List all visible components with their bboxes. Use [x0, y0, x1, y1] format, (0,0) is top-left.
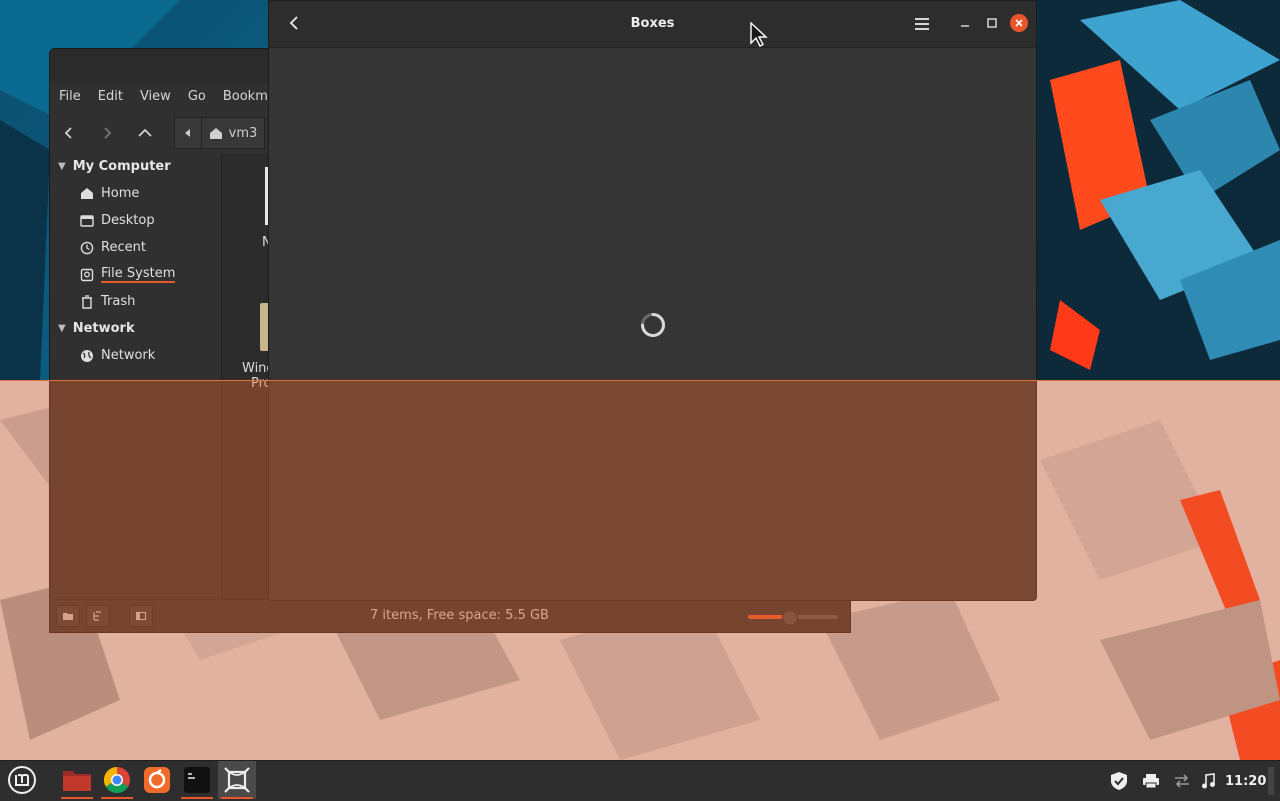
menu-view[interactable]: View	[131, 85, 179, 109]
close-icon	[1015, 19, 1023, 27]
maximize-icon	[987, 18, 997, 28]
files-icon	[63, 771, 91, 791]
taskbar-files-button[interactable]	[58, 761, 96, 799]
printer-icon	[1143, 774, 1159, 789]
taskbar-firefox-button[interactable]	[138, 761, 176, 799]
sidebar-item-label: Home	[101, 186, 140, 201]
globe-icon	[79, 348, 95, 364]
sidebar-item-trash[interactable]: Trash	[50, 288, 221, 315]
taskbar-boxes-button[interactable]	[218, 761, 256, 799]
menu-icon	[8, 766, 36, 794]
taskbar-chrome-button[interactable]	[98, 761, 136, 799]
boxes-menu-button[interactable]	[911, 13, 933, 35]
taskbar: 11:20	[0, 760, 1280, 801]
desktop-icon	[79, 213, 95, 229]
menu-file[interactable]: File	[50, 85, 89, 109]
tray-sound-button[interactable]	[1198, 761, 1218, 801]
sidebar-item-home[interactable]: Home	[50, 180, 221, 207]
menu-edit[interactable]: Edit	[89, 85, 131, 109]
file-manager-menubar: File Edit View Go Bookmar	[50, 85, 289, 109]
chevron-left-icon	[64, 127, 72, 139]
drive-icon	[79, 267, 95, 283]
folder-icon	[260, 303, 268, 351]
home-icon	[209, 127, 222, 139]
boxes-icon	[224, 767, 250, 793]
sidebar-item-label: Network	[101, 348, 156, 363]
chevron-up-icon	[138, 128, 152, 137]
firefox-icon	[144, 767, 170, 793]
start-menu-button[interactable]	[3, 761, 41, 799]
sidebar-header-label: Network	[72, 321, 135, 336]
minimize-button[interactable]	[955, 13, 975, 33]
sidebar-item-label: Recent	[101, 240, 146, 255]
music-note-icon	[1202, 773, 1215, 789]
shield-check-icon	[1111, 772, 1127, 790]
maximize-button[interactable]	[982, 13, 1002, 33]
sidebar-item-recent[interactable]: Recent	[50, 234, 221, 261]
running-indicator	[181, 797, 213, 799]
tray-network-button[interactable]	[1171, 761, 1193, 801]
sidebar-header-label: My Computer	[72, 159, 171, 174]
menu-go[interactable]: Go	[179, 85, 214, 109]
running-indicator	[101, 797, 133, 799]
sidebar-item-network[interactable]: Network	[50, 342, 221, 369]
chrome-icon	[103, 766, 130, 794]
sidebar-item-file-system[interactable]: File System	[50, 261, 221, 288]
clock[interactable]: 11:20	[1225, 774, 1266, 789]
hamburger-icon	[915, 18, 929, 30]
triangle-left-icon	[185, 129, 190, 137]
path-label: vm3	[228, 125, 258, 141]
home-icon	[79, 186, 95, 202]
screenshot-selection-area[interactable]	[0, 380, 1280, 760]
tray-printer-button[interactable]	[1140, 761, 1162, 801]
trash-icon	[79, 294, 95, 310]
sidebar-header-my-computer[interactable]: ▼ My Computer	[50, 153, 221, 180]
forward-button[interactable]	[88, 118, 126, 148]
expand-triangle-icon: ▼	[58, 323, 66, 334]
mouse-cursor-icon	[750, 22, 768, 47]
sidebar-item-label: Desktop	[101, 213, 155, 228]
path-button-home[interactable]: vm3	[202, 117, 265, 149]
taskbar-terminal-button[interactable]	[178, 761, 216, 799]
terminal-icon	[184, 767, 210, 793]
sidebar-header-network[interactable]: ▼ Network	[50, 315, 221, 342]
running-indicator	[221, 797, 253, 799]
boxes-headerbar[interactable]: Boxes	[269, 1, 1036, 48]
network-arrows-icon	[1175, 774, 1189, 788]
chevron-right-icon	[104, 127, 112, 139]
close-button[interactable]	[1010, 14, 1028, 32]
clock-icon	[79, 240, 95, 256]
sidebar-item-label: Trash	[101, 294, 136, 309]
tray-shield-button[interactable]	[1108, 761, 1130, 801]
loading-spinner-icon	[641, 313, 665, 337]
running-indicator	[61, 797, 93, 799]
sidebar-item-label: File System	[101, 266, 176, 283]
back-button[interactable]	[50, 118, 88, 148]
path-scroll-left-button[interactable]	[174, 117, 202, 149]
sidebar-item-desktop[interactable]: Desktop	[50, 207, 221, 234]
up-button[interactable]	[126, 118, 164, 148]
show-desktop-button[interactable]	[1268, 767, 1274, 795]
expand-triangle-icon: ▼	[58, 161, 66, 172]
minimize-icon	[961, 25, 969, 27]
